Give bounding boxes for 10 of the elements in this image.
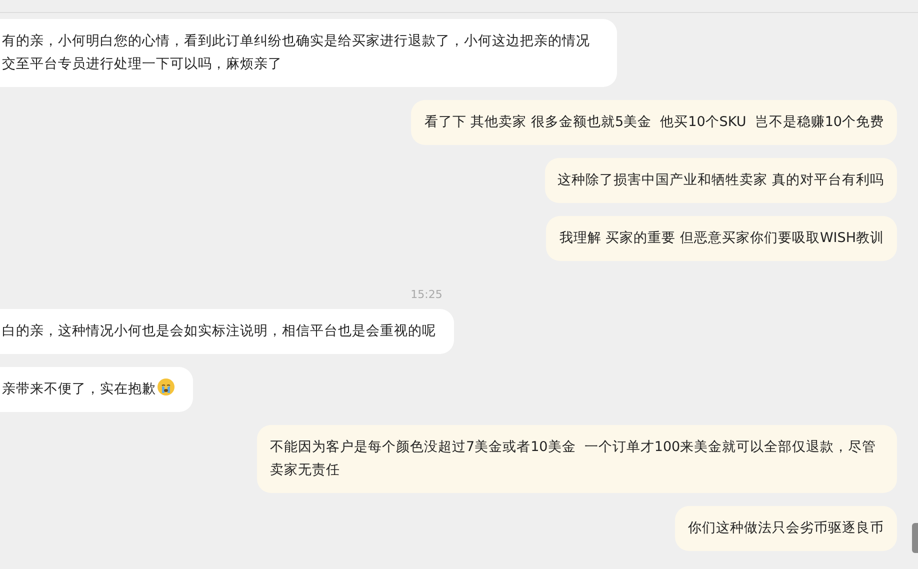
- message-bubble: 这种除了损害中国产业和牺牲卖家 真的对平台有利吗: [544, 158, 897, 203]
- message-bubble: 有的亲，小何明白您的心情，看到此订单纠纷也确实是给买家进行退款了，小何这边把亲的情况交至平台专员进行处理一下可以吗，麻烦亲了: [0, 19, 617, 87]
- message-bubble: 白的亲，这种情况小何也是会如实标注说明，相信平台也是会重视的呢: [0, 308, 454, 354]
- message-bubble: 看了下 其他卖家 很多金额也就5美金 他买10个SKU 岂不是稳赚10个免费: [411, 100, 897, 145]
- message-bubble: 我理解 买家的重要 但恶意买家你们要吸取WISH教训: [546, 216, 897, 261]
- scrollbar-thumb[interactable]: [912, 523, 918, 553]
- message-bubble: 不能因为客户是每个颜色没超过7美金或者10美金 一个订单才100来美金就可以全部仅退款，尽管卖家无责任: [257, 424, 897, 492]
- message-bubble: 亲带来不便了，实在抱歉: [0, 366, 193, 412]
- timestamp: 15:25: [410, 287, 442, 303]
- message-bubble: 你们这种做法只会劣币驱逐良币: [675, 506, 897, 550]
